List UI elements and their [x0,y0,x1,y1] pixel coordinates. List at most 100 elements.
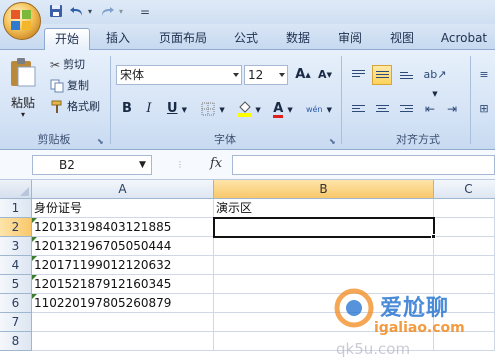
fill-color-button[interactable]: ▼ [234,99,264,119]
borders-icon [201,102,215,115]
cut-button[interactable]: ✂ 剪切 [50,57,85,73]
row-header-5[interactable]: 5 [0,275,32,294]
dialog-launcher-icon[interactable]: ⬊ [97,137,104,146]
chevron-down-icon: ▼ [181,106,188,114]
chevron-down-icon[interactable]: ▾ [86,4,94,20]
chevron-down-icon[interactable]: ▼ [139,156,146,174]
font-color-button[interactable]: A ▼ [268,99,298,119]
merge-icon: ⊞ [479,102,489,115]
font-size-select[interactable]: 12 [244,65,288,85]
column-header-a[interactable]: A [32,180,214,199]
align-center-button[interactable] [372,99,392,119]
cell-a6[interactable]: 110220197805260879 [32,294,214,313]
row-header-2[interactable]: 2 [0,218,32,237]
group-separator [110,56,111,144]
grow-font-button[interactable]: A▲ [294,65,312,85]
cut-label: 剪切 [63,58,86,71]
cell-a7[interactable] [32,313,214,332]
align-bottom-icon [400,72,413,82]
cell-c2[interactable] [434,218,495,237]
tab-acrobat[interactable]: Acrobat [434,28,494,50]
formula-bar: B2 ▼ ⋮ fx [0,150,495,180]
increase-indent-button[interactable]: ⇥ [442,99,462,119]
save-icon[interactable] [48,4,64,20]
cell-b2[interactable] [214,218,434,237]
underline-button[interactable]: U ▼ [162,99,192,119]
redo-icon[interactable] [98,4,116,20]
chevron-down-icon: ▼ [255,106,261,114]
cell-b4[interactable] [214,256,434,275]
shrink-font-button[interactable]: A▼ [316,65,334,85]
wrap-text-button[interactable]: ≡ [474,65,494,85]
formula-input[interactable] [232,155,495,175]
cell-a8[interactable] [32,332,214,351]
dialog-launcher-icon[interactable]: ⬊ [329,137,336,146]
cell-a4[interactable]: 120171199012120632 [32,256,214,275]
error-indicator-icon [32,294,37,299]
borders-button[interactable]: ▼ [198,99,228,119]
format-painter-button[interactable]: 格式刷 [50,99,100,115]
bold-button[interactable]: B [118,99,136,119]
chevron-down-icon: ▼ [432,90,438,98]
orientation-button[interactable]: ab↗ ▼ [420,65,450,98]
tab-insert[interactable]: 插入 [98,28,138,50]
error-indicator-icon [32,218,37,223]
cell-c4[interactable] [434,256,495,275]
paintbrush-icon [51,100,62,113]
tab-formulas[interactable]: 公式 [226,28,266,50]
cell-c1[interactable] [434,199,495,218]
tab-view[interactable]: 视图 [382,28,422,50]
font-name-select[interactable]: 宋体 [116,65,242,85]
name-box[interactable]: B2 ▼ [32,155,152,175]
tab-page-layout[interactable]: 页面布局 [150,28,216,50]
fx-label: fx [210,156,223,171]
fill-handle[interactable] [431,234,436,239]
cell-a2[interactable]: 120133198403121885 [32,218,214,237]
cell-a1[interactable]: 身份证号 [32,199,214,218]
copy-button[interactable]: 复制 [50,78,89,94]
align-right-button[interactable] [396,99,416,119]
chevron-down-icon: ▼ [219,106,225,114]
row-header-4[interactable]: 4 [0,256,32,275]
align-left-button[interactable] [348,99,368,119]
row-header-6[interactable]: 6 [0,294,32,313]
undo-icon[interactable] [68,4,86,20]
select-all-corner[interactable] [0,180,32,199]
align-middle-button[interactable] [372,65,392,85]
cell-a6-value: 110220197805260879 [34,296,172,310]
customize-toolbar-icon[interactable]: = [140,4,150,20]
row-header-3[interactable]: 3 [0,237,32,256]
office-button[interactable] [3,2,41,40]
name-box-value: B2 [59,158,75,172]
tab-data[interactable]: 数据 [278,28,318,50]
tab-home[interactable]: 开始 [44,28,90,51]
chevron-down-icon: ▼ [326,106,333,114]
column-header-c[interactable]: C [434,180,495,199]
cell-b1[interactable]: 演示区 [214,199,434,218]
align-bottom-button[interactable] [396,65,416,85]
watermark-domain: igaliao.com [374,320,465,336]
align-top-button[interactable] [348,65,368,85]
ribbon-tab-bar: 开始 插入 页面布局 公式 数据 审阅 视图 Acrobat [0,24,495,51]
row-header-7[interactable]: 7 [0,313,32,332]
cell-a5[interactable]: 120152187912160345 [32,275,214,294]
office-logo-icon [11,10,33,32]
tab-review[interactable]: 审阅 [330,28,370,50]
cell-a3[interactable]: 120132196705050444 [32,237,214,256]
cell-a3-value: 120132196705050444 [34,239,172,253]
phonetic-guide-button[interactable]: wén ▼ [304,99,334,119]
watermark-title: 爱尬聊 [380,296,450,321]
cell-b3[interactable] [214,237,434,256]
cell-c3[interactable] [434,237,495,256]
shrink-font-label: A [318,68,327,81]
decrease-indent-button[interactable]: ⇤ [420,99,440,119]
italic-button[interactable]: I [140,99,158,119]
chevron-down-icon[interactable]: ▾ [117,4,125,20]
row-header-1[interactable]: 1 [0,199,32,218]
insert-function-icon[interactable]: fx [210,156,222,171]
merge-button[interactable]: ⊞ [474,99,494,119]
paste-button[interactable]: 粘贴 ▾ [6,56,40,120]
align-left-icon [352,105,365,115]
column-header-b[interactable]: B [214,180,434,199]
row-header-8[interactable]: 8 [0,332,32,351]
